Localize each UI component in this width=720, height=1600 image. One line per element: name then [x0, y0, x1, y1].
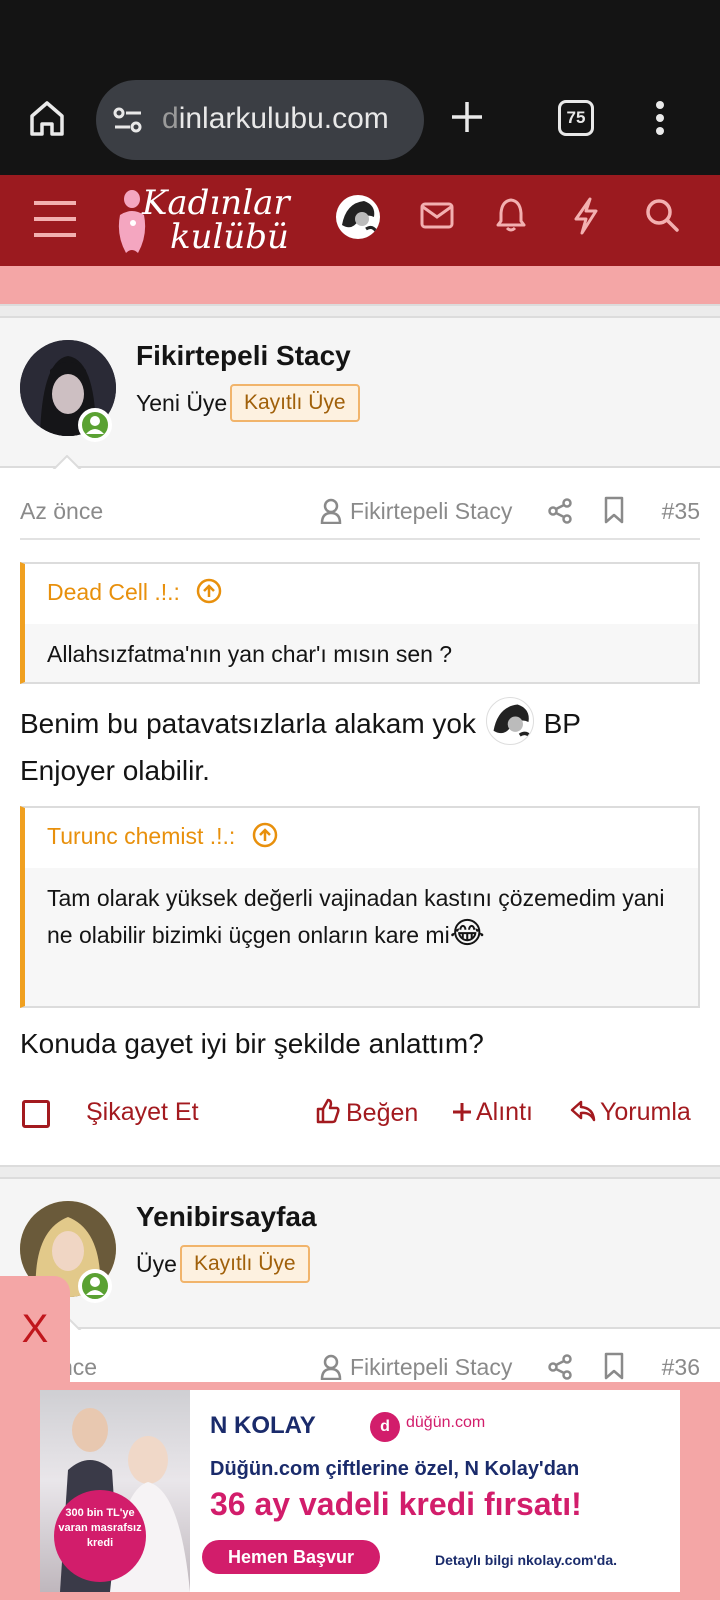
quote-author[interactable]: Dead Cell .!.: — [47, 579, 180, 605]
post-user-header: Fikirtepeli Stacy Yeni Üye Kayıtlı Üye — [0, 318, 720, 468]
ad-offer: 36 ay vadeli kredi fırsatı! — [210, 1486, 582, 1522]
jump-to-quote-icon[interactable] — [252, 822, 278, 848]
quote-block: Turunc chemist .!.: Tam olarak yüksek de… — [20, 806, 700, 1008]
reply-icon — [570, 1100, 596, 1122]
online-status-icon — [78, 408, 112, 442]
author-icon — [320, 498, 342, 524]
post-body-text: Konuda gayet iyi bir şekilde anlattım? — [20, 1028, 484, 1059]
site-logo[interactable]: Kadınlar kulübü — [112, 181, 308, 261]
like-button[interactable]: Beğen — [316, 1098, 418, 1128]
select-post-checkbox[interactable] — [22, 1100, 50, 1128]
post-body: Benim bu patavatsızlarla alakam yok BP E… — [20, 697, 700, 794]
notifications-icon[interactable] — [496, 197, 526, 233]
home-icon[interactable] — [28, 98, 66, 138]
post-meta: Az önce Fikirtepeli Stacy #35 — [20, 488, 700, 540]
ad-headline: Düğün.com çiftlerine özel, N Kolay'dan — [210, 1458, 580, 1480]
reply-button[interactable]: Yorumla — [570, 1098, 691, 1127]
post-actions: Şikayet Et Beğen Alıntı Yorumla — [20, 1090, 700, 1140]
quote-button[interactable]: Alıntı — [452, 1098, 533, 1127]
status-bar — [0, 0, 720, 80]
quote-text: Allahsızfatma'nın yan char'ı mısın sen ? — [47, 641, 453, 667]
emoji-image — [485, 697, 534, 745]
author-icon — [320, 1354, 342, 1380]
post-author[interactable]: Fikirtepeli Stacy — [350, 1354, 512, 1381]
bookmark-icon[interactable] — [604, 1352, 624, 1380]
user-badge: Kayıtlı Üye — [180, 1245, 310, 1283]
report-button[interactable]: Şikayet Et — [86, 1098, 199, 1127]
username[interactable]: Yenibirsayfaa — [136, 1201, 317, 1233]
quote-author[interactable]: Turunc chemist .!.: — [47, 823, 235, 849]
post-time[interactable]: Az önce — [20, 498, 103, 525]
share-icon[interactable] — [548, 1354, 572, 1380]
hamburger-menu-icon[interactable] — [34, 199, 76, 239]
ad-banner[interactable]: 300 bin TL'ye varan masrafsız kredi N KO… — [40, 1390, 680, 1592]
online-status-icon — [78, 1269, 112, 1303]
site-header: Kadınlar kulübü — [0, 175, 720, 266]
user-title: Yeni Üye — [136, 390, 228, 416]
bookmark-icon[interactable] — [604, 496, 624, 524]
jump-to-quote-icon[interactable] — [196, 578, 222, 604]
post-body-text: BP — [543, 708, 581, 739]
ad-apply-button[interactable]: Hemen Başvur — [202, 1540, 380, 1574]
site-settings-icon[interactable] — [112, 104, 144, 136]
quote-header[interactable]: Dead Cell .!.: — [25, 564, 698, 624]
share-icon[interactable] — [548, 498, 572, 524]
divider — [0, 1165, 720, 1179]
logo-line2: kulübü — [170, 217, 289, 257]
browser-toolbar: dinlarkulubu.com 75 — [0, 80, 720, 175]
post-number[interactable]: #36 — [662, 1354, 700, 1381]
more-menu-icon[interactable] — [654, 100, 666, 136]
quote-block: Dead Cell .!.: Allahsızfatma'nın yan cha… — [20, 562, 700, 684]
post-user-header: Yenibirsayfaa Üye Kayıtlı Üye — [0, 1179, 720, 1329]
address-bar[interactable]: dinlarkulubu.com — [96, 80, 424, 160]
quote-header[interactable]: Turunc chemist .!.: — [25, 808, 698, 868]
new-tab-icon[interactable] — [450, 100, 484, 134]
user-arrow-icon — [52, 455, 82, 471]
search-icon[interactable] — [644, 197, 680, 233]
header-strip — [0, 266, 720, 304]
quote-text: Tam olarak yüksek değerli vajinadan kast… — [47, 885, 665, 950]
url-text[interactable]: dinlarkulubu.com — [162, 102, 389, 136]
laughing-emoji-icon: 😂 — [449, 917, 485, 950]
tab-switcher-button[interactable]: 75 — [558, 100, 594, 136]
post-body-text: Enjoyer olabilir. — [20, 755, 210, 786]
ad-brand-logo: N KOLAY — [210, 1412, 316, 1439]
post-author[interactable]: Fikirtepeli Stacy — [350, 498, 512, 525]
ad-disclaimer: Detaylı bilgi nkolay.com'da. — [435, 1552, 618, 1568]
username[interactable]: Fikirtepeli Stacy — [136, 340, 351, 372]
plus-icon — [453, 1103, 471, 1121]
divider — [0, 304, 720, 318]
messages-icon[interactable] — [420, 201, 454, 231]
ad-banner-container: 300 bin TL'ye varan masrafsız kredi N KO… — [0, 1382, 720, 1600]
close-ad-button[interactable]: X — [0, 1276, 70, 1382]
user-title: Üye — [136, 1251, 177, 1277]
post-number[interactable]: #35 — [662, 498, 700, 525]
ad-badge: 300 bin TL'ye varan masrafsız kredi — [54, 1490, 146, 1582]
user-badge: Kayıtlı Üye — [230, 384, 360, 422]
whats-new-icon[interactable] — [572, 197, 600, 235]
user-avatar[interactable] — [336, 195, 380, 239]
post-body-text: Benim bu patavatsızlarla alakam yok — [20, 708, 476, 739]
ad-partner-logo: d düğün.com — [370, 1412, 485, 1442]
thumbs-up-icon — [316, 1098, 340, 1124]
